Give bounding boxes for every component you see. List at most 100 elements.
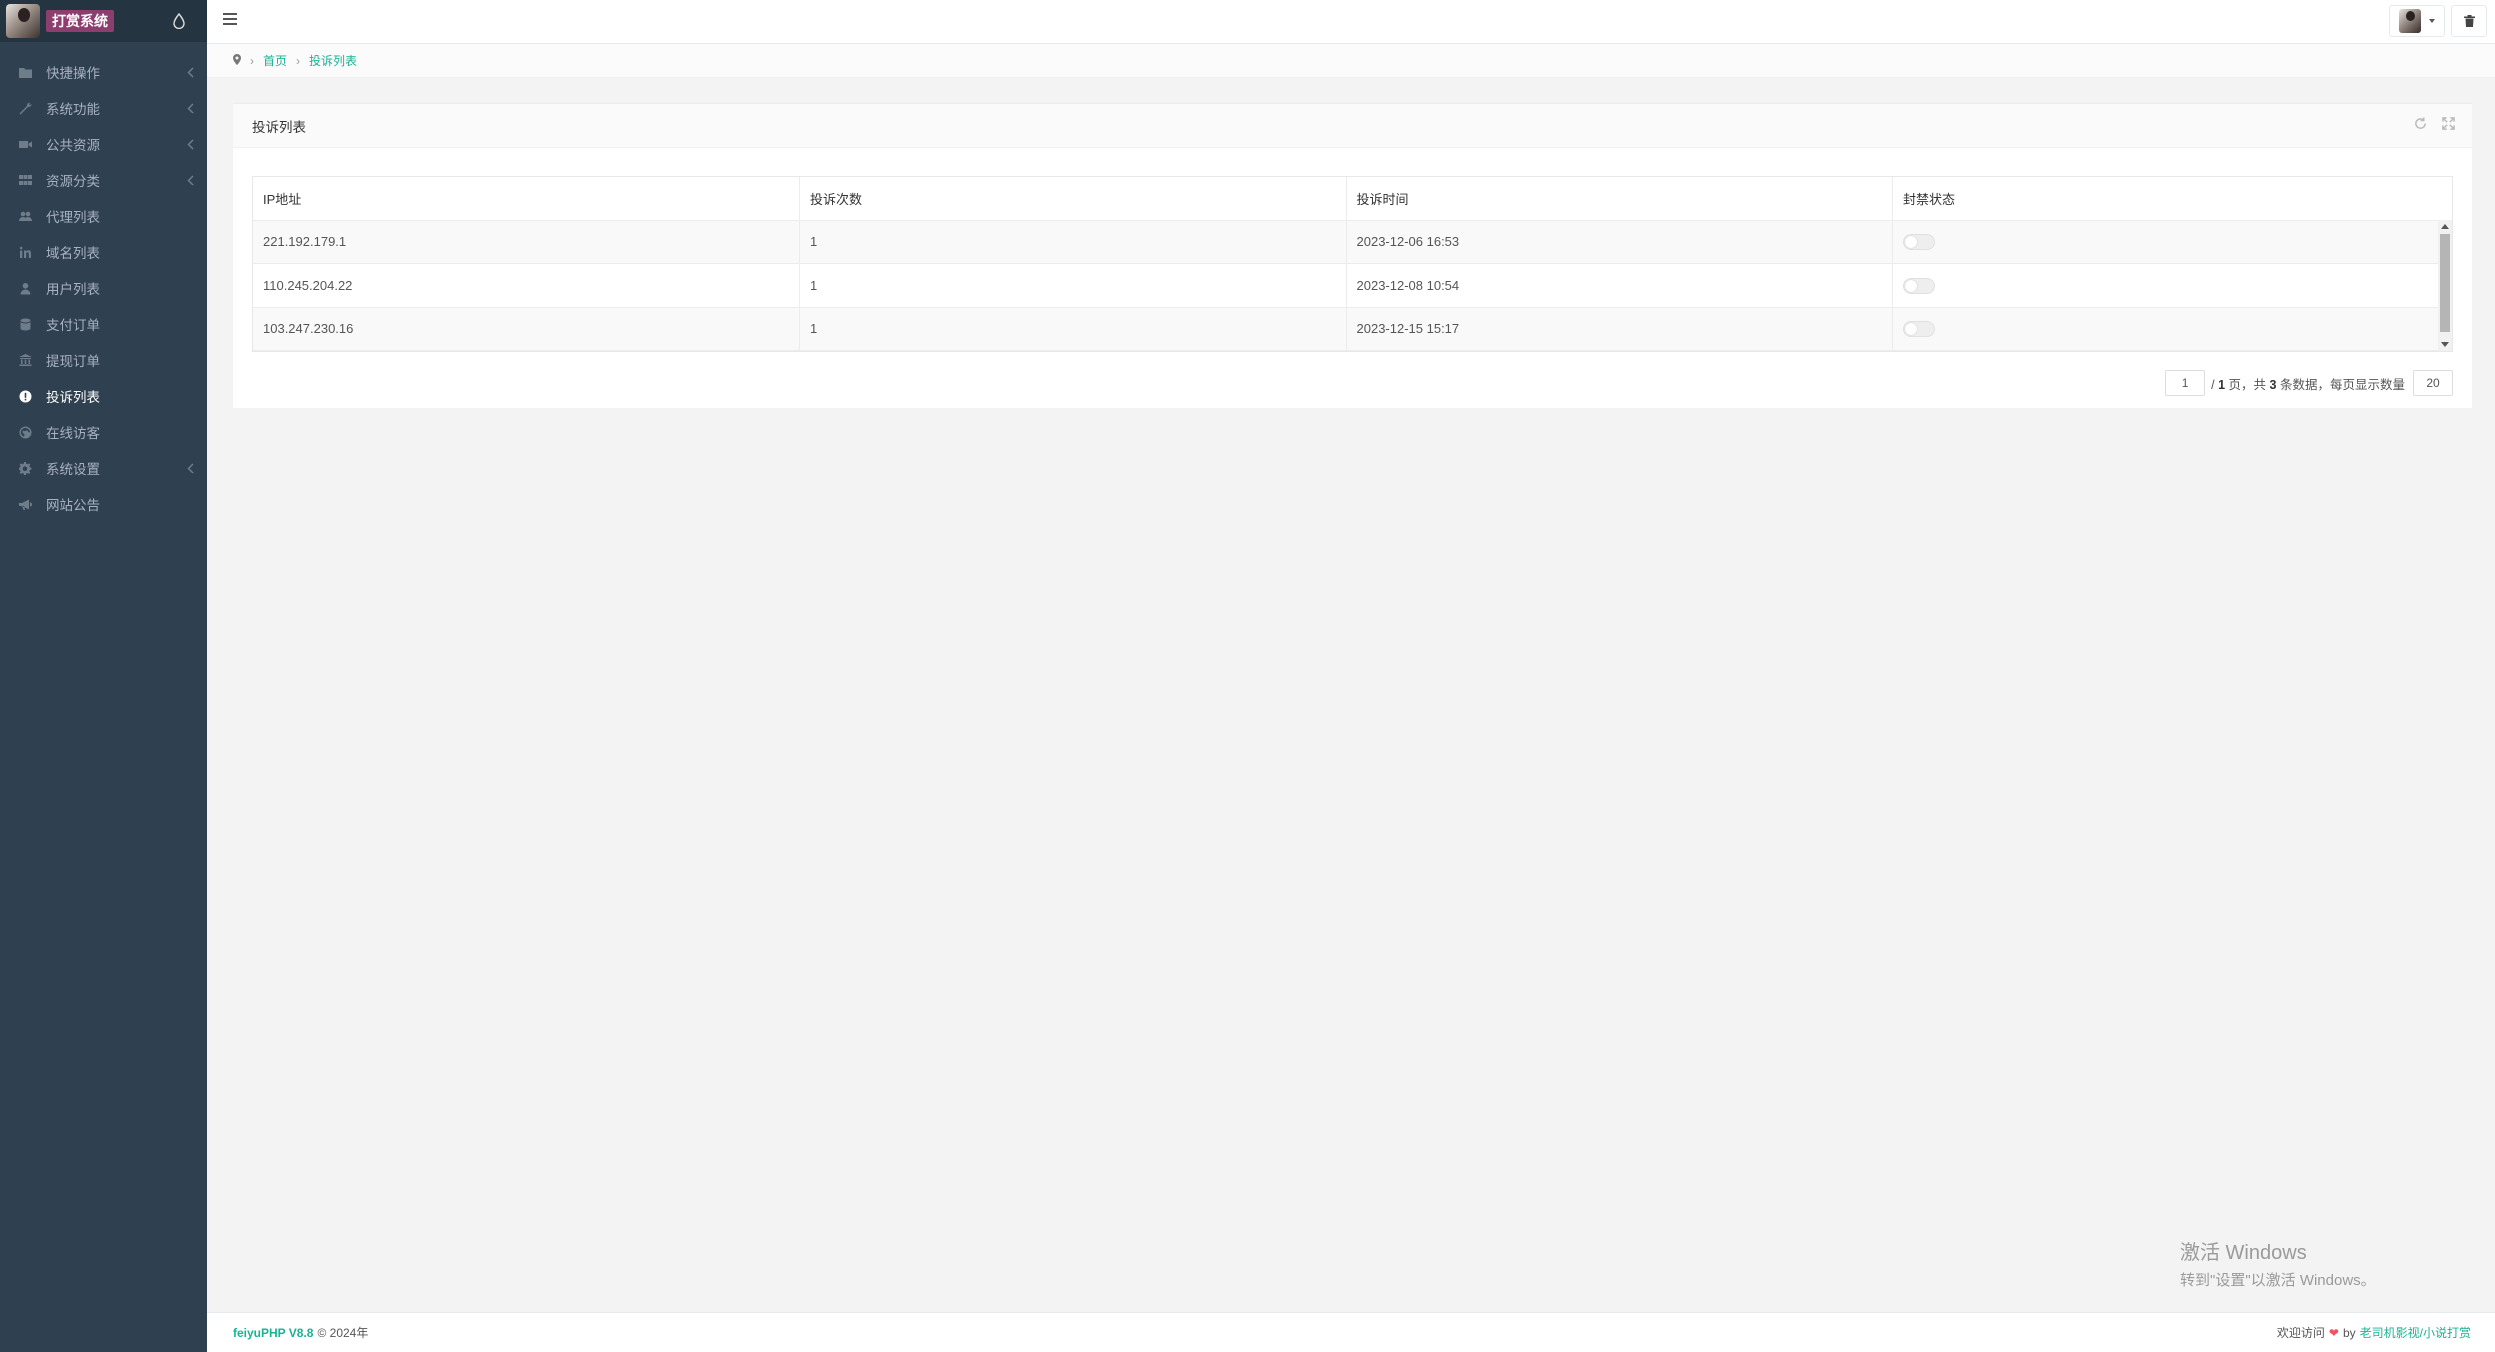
sidebar-item-label: 代理列表: [46, 210, 100, 225]
page-size-input[interactable]: [2413, 370, 2453, 396]
sidebar-header: 打赏系统: [0, 0, 207, 42]
sidebar-item-10[interactable]: 在线访客: [0, 414, 207, 450]
cell-ban-status: [1892, 307, 2439, 351]
chevron-left-icon: [187, 66, 195, 78]
breadcrumb-separator: ›: [250, 53, 254, 68]
cell-count: 1: [799, 220, 1347, 264]
table-row: 110.245.204.22 1 2023-12-08 10:54: [253, 263, 2439, 308]
sidebar-item-9[interactable]: 投诉列表: [0, 378, 207, 414]
heart-icon: ❤: [2328, 1325, 2339, 1340]
map-marker-icon: [233, 53, 241, 68]
linkedin-icon: [18, 245, 32, 259]
users-icon: [18, 209, 32, 223]
footer-brand: feiyuPHP V8.8: [233, 1325, 314, 1340]
table-row: 103.247.230.16 1 2023-12-15 15:17: [253, 307, 2439, 351]
breadcrumb: › 首页 › 投诉列表: [207, 44, 2495, 78]
fullscreen-icon[interactable]: [2442, 117, 2456, 131]
sidebar-item-label: 支付订单: [46, 318, 100, 333]
trash-icon: [2463, 15, 2475, 27]
table-header-row: IP地址 投诉次数 投诉时间 封禁状态: [253, 177, 2439, 221]
table-scrollbar[interactable]: [2438, 220, 2452, 351]
sidebar-item-label: 域名列表: [46, 246, 100, 261]
sidebar-item-0[interactable]: 快捷操作: [0, 54, 207, 90]
panel-tools: [2414, 117, 2456, 131]
column-header-ban-status[interactable]: 封禁状态: [1892, 177, 2439, 221]
menu-toggle-icon[interactable]: [223, 13, 237, 27]
wrench-icon: [18, 101, 32, 115]
sidebar-item-label: 公共资源: [46, 138, 100, 153]
sidebar-item-label: 提现订单: [46, 354, 100, 369]
sidebar-item-3[interactable]: 资源分类: [0, 162, 207, 198]
sidebar-item-7[interactable]: 支付订单: [0, 306, 207, 342]
footer-copyright: © 2024年: [317, 1326, 369, 1340]
cell-time: 2023-12-15 15:17: [1346, 307, 1893, 351]
sidebar-item-12[interactable]: 网站公告: [0, 486, 207, 522]
pager-records-text: 条数据，每页显示数量: [2279, 377, 2405, 392]
breadcrumb-separator: ›: [296, 53, 301, 68]
sidebar-item-11[interactable]: 系统设置: [0, 450, 207, 486]
cell-count: 1: [799, 307, 1347, 351]
watermark-subtitle: 转到"设置"以激活 Windows。: [2180, 1272, 2376, 1289]
watermark-title: 激活 Windows: [2180, 1242, 2307, 1264]
scroll-down-arrow-icon[interactable]: [2441, 342, 2449, 347]
breadcrumb-home-link[interactable]: 首页: [263, 52, 287, 69]
pager-slash: /: [2211, 377, 2215, 392]
alert-icon: [18, 389, 32, 403]
column-header-ip[interactable]: IP地址: [253, 177, 800, 221]
column-header-time[interactable]: 投诉时间: [1346, 177, 1893, 221]
droplet-icon[interactable]: [171, 12, 187, 30]
ban-toggle-switch[interactable]: [1903, 234, 1935, 251]
ban-toggle-switch[interactable]: [1903, 277, 1935, 294]
globe-icon: [18, 425, 32, 439]
footer: feiyuPHP V8.8 © 2024年 欢迎访问 ❤ by 老司机影视/小说…: [207, 1312, 2495, 1352]
user-menu-button[interactable]: [2389, 5, 2445, 37]
folder-icon: [18, 65, 32, 79]
cell-count: 1: [799, 263, 1347, 308]
table-body: 221.192.179.1 1 2023-12-06 16:53 110.245.20…: [253, 220, 2439, 351]
logo-title: 打赏系统: [46, 10, 114, 32]
ban-toggle-switch[interactable]: [1903, 321, 1935, 338]
column-header-count[interactable]: 投诉次数: [799, 177, 1347, 221]
sidebar: 打赏系统 快捷操作系统功能公共资源资源分类代理列表域名列表用户列表支付订单提现订…: [0, 0, 207, 1352]
pagination-summary: / 1 页，共 3 条数据，每页显示数量: [2211, 374, 2405, 393]
sidebar-item-label: 系统设置: [46, 462, 100, 477]
trash-button[interactable]: [2451, 5, 2487, 37]
panel-title: 投诉列表: [252, 119, 306, 135]
footer-welcome: 欢迎访问: [2276, 1326, 2325, 1340]
sidebar-item-4[interactable]: 代理列表: [0, 198, 207, 234]
table-row: 221.192.179.1 1 2023-12-06 16:53: [253, 220, 2439, 264]
complaint-panel: 投诉列表 IP地址 投诉次数 投诉时间 封禁状态 221.192.179.1 1 2…: [233, 103, 2472, 408]
sidebar-item-1[interactable]: 系统功能: [0, 90, 207, 126]
grid-icon: [18, 173, 32, 187]
chevron-left-icon: [187, 462, 195, 474]
scroll-up-arrow-icon[interactable]: [2441, 224, 2449, 229]
scroll-thumb[interactable]: [2440, 234, 2450, 332]
page-number-input[interactable]: [2165, 370, 2206, 396]
refresh-icon[interactable]: [2414, 117, 2428, 131]
footer-author-link[interactable]: 老司机影视/小说打赏: [2360, 1324, 2471, 1341]
user-icon: [18, 281, 32, 295]
cell-ip: 221.192.179.1: [253, 220, 800, 264]
bullhorn-icon: [18, 497, 32, 511]
chevron-left-icon: [187, 138, 195, 150]
panel-header: 投诉列表: [233, 104, 2472, 148]
sidebar-nav: 快捷操作系统功能公共资源资源分类代理列表域名列表用户列表支付订单提现订单投诉列表…: [0, 54, 207, 522]
sidebar-item-label: 快捷操作: [46, 66, 100, 81]
sidebar-item-6[interactable]: 用户列表: [0, 270, 207, 306]
windows-activation-watermark: 激活 Windows 转到"设置"以激活 Windows。: [2180, 1236, 2376, 1290]
chevron-left-icon: [187, 102, 195, 114]
bank-icon: [18, 353, 32, 367]
chevron-left-icon: [187, 174, 195, 186]
sidebar-item-8[interactable]: 提现订单: [0, 342, 207, 378]
footer-credits: 欢迎访问 ❤ by 老司机影视/小说打赏: [2277, 1324, 2471, 1341]
sidebar-item-2[interactable]: 公共资源: [0, 126, 207, 162]
sidebar-item-5[interactable]: 域名列表: [0, 234, 207, 270]
video-icon: [18, 137, 32, 151]
footer-by: by: [2342, 1325, 2356, 1340]
sidebar-item-label: 在线访客: [46, 426, 100, 441]
cell-time: 2023-12-08 10:54: [1346, 263, 1893, 308]
top-bar: [207, 0, 2495, 44]
complaint-table: IP地址 投诉次数 投诉时间 封禁状态 221.192.179.1 1 2023-1…: [253, 177, 2439, 351]
breadcrumb-current-link[interactable]: 投诉列表: [309, 52, 357, 69]
gear-icon: [18, 461, 32, 475]
